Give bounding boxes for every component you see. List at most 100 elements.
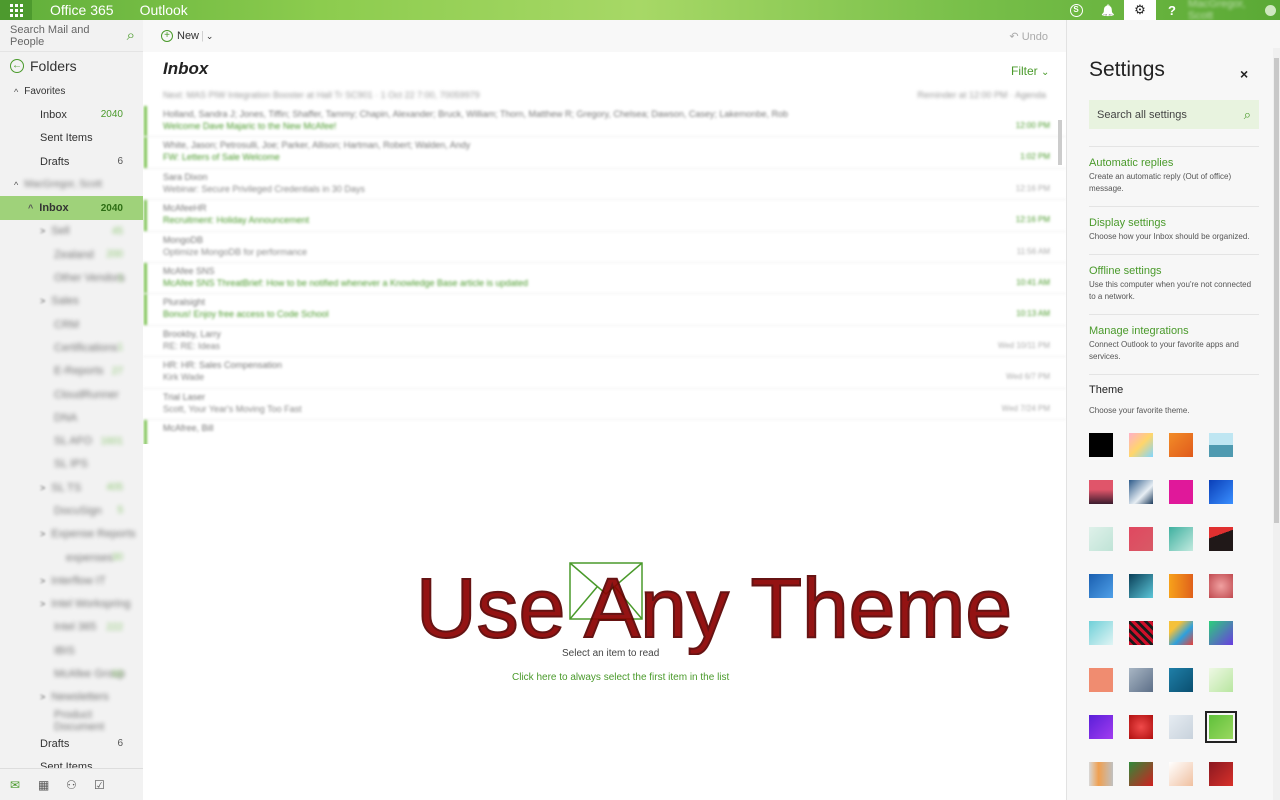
theme-swatch[interactable] [1209, 527, 1233, 551]
theme-swatch[interactable] [1129, 574, 1153, 598]
folder-item[interactable]: Product Document [0, 709, 143, 733]
notifications-button[interactable]: 🔔 [1092, 0, 1124, 20]
offline-settings-link[interactable]: Offline settings Use this computer when … [1089, 254, 1259, 303]
theme-swatch[interactable] [1169, 574, 1193, 598]
avatar[interactable] [1260, 0, 1280, 20]
account-group[interactable]: ^ MacGregor, Scott [0, 173, 143, 196]
theme-swatch[interactable] [1129, 621, 1153, 645]
search-icon[interactable]: ⌕ [1244, 107, 1251, 123]
folder-item[interactable]: DocuSign 5 [0, 499, 143, 522]
theme-swatch[interactable] [1089, 621, 1113, 645]
theme-swatch[interactable] [1129, 433, 1153, 457]
theme-swatch[interactable] [1129, 527, 1153, 551]
theme-swatch[interactable] [1129, 668, 1153, 692]
message-item[interactable]: Brookby, Larry RE: RE: Ideas Wed 10/11 PM [143, 326, 1066, 358]
people-icon[interactable]: ⚇ [66, 779, 80, 791]
theme-swatch[interactable] [1129, 715, 1153, 739]
folder-item[interactable]: Other Vendors 1 [0, 266, 143, 289]
folder-item[interactable]: Intel 365 222 [0, 616, 143, 639]
folders-header[interactable]: ← Folders [0, 52, 143, 80]
settings-scrollbar[interactable] [1273, 48, 1280, 800]
settings-search-input[interactable]: Search all settings ⌕ [1089, 100, 1259, 129]
folder-item[interactable]: Certifications 1 [0, 336, 143, 359]
chevron-down-icon[interactable]: ⌄ [206, 31, 214, 42]
undo-button[interactable]: ↶ Undo [1009, 30, 1048, 43]
new-message-button[interactable]: + New | ⌄ [161, 30, 213, 42]
theme-swatch[interactable] [1209, 574, 1233, 598]
theme-swatch[interactable] [1129, 480, 1153, 504]
theme-swatch[interactable] [1209, 480, 1233, 504]
message-item[interactable]: HR: HR: Sales Compensation Kirk Wade Wed 6… [143, 357, 1066, 389]
folder-item[interactable]: DNA [0, 406, 143, 429]
help-button[interactable]: ? [1156, 0, 1188, 20]
outlook-app-title[interactable]: Outlook [140, 2, 188, 18]
folder-item[interactable]: > Sales [0, 290, 143, 313]
theme-swatch[interactable] [1129, 762, 1153, 786]
theme-swatch[interactable] [1209, 433, 1233, 457]
theme-swatch[interactable] [1089, 480, 1113, 504]
theme-swatch[interactable] [1209, 762, 1233, 786]
theme-swatch[interactable] [1209, 621, 1233, 645]
message-item[interactable]: White, Jason; Petrosulli, Joe; Parker, A… [143, 137, 1066, 169]
search-icon[interactable]: ⌕ [127, 27, 135, 44]
folder-item[interactable]: > Newsletters [0, 686, 143, 709]
automatic-replies-link[interactable]: Automatic replies Create an automatic re… [1089, 146, 1259, 195]
favorites-group[interactable]: ^ Favorites [0, 80, 143, 103]
message-item[interactable]: McAfree, Bill [143, 419, 1066, 444]
select-first-item-link[interactable]: Click here to always select the first it… [512, 672, 729, 683]
theme-swatch[interactable] [1089, 715, 1113, 739]
message-item[interactable]: Pluralsight Bonus! Enjoy free access to C… [143, 294, 1066, 326]
theme-swatch[interactable] [1169, 480, 1193, 504]
theme-swatch[interactable] [1089, 574, 1113, 598]
folder-item[interactable]: Sent Items [0, 127, 143, 150]
folder-item[interactable]: SL IPS [0, 453, 143, 476]
theme-swatch[interactable] [1169, 668, 1193, 692]
skype-button[interactable]: S [1060, 0, 1092, 20]
theme-swatch[interactable] [1089, 762, 1113, 786]
folder-item[interactable]: Drafts 6 [0, 732, 143, 755]
folder-item[interactable]: > SL TS 405 [0, 476, 143, 499]
theme-swatch[interactable] [1169, 715, 1193, 739]
theme-swatch[interactable] [1089, 527, 1113, 551]
theme-swatch[interactable] [1209, 668, 1233, 692]
settings-button[interactable]: ⚙ [1124, 0, 1156, 20]
folder-item[interactable]: Inbox 2040 [0, 103, 143, 126]
folder-item[interactable]: > Sell 45 [0, 220, 143, 243]
folder-item[interactable]: E-Reports 27 [0, 360, 143, 383]
office-365-link[interactable]: Office 365 [50, 2, 114, 18]
display-settings-link[interactable]: Display settings Choose how your Inbox s… [1089, 206, 1259, 243]
folder-item[interactable]: > Intel Workspring [0, 593, 143, 616]
app-launcher-button[interactable] [0, 0, 32, 20]
filter-button[interactable]: Filter ⌄ [1011, 64, 1049, 78]
folder-item[interactable]: IBIS [0, 639, 143, 662]
theme-swatch[interactable] [1169, 621, 1193, 645]
message-item[interactable]: MongoDB Optimize MongoDB for performance 1… [143, 232, 1066, 263]
tasks-icon[interactable]: ☑ [94, 779, 108, 791]
calendar-icon[interactable]: ▦ [38, 779, 52, 791]
folder-item[interactable]: CRM [0, 313, 143, 336]
agenda-bar[interactable]: Next: MAS PIW Integration Booster at Hal… [143, 84, 1066, 106]
folder-item[interactable]: expenses 30 [0, 546, 143, 569]
list-scrollbar[interactable] [1056, 108, 1064, 438]
folder-item[interactable]: SL AFO 1601 [0, 429, 143, 452]
folder-item[interactable]: CloudRunner [0, 383, 143, 406]
message-item[interactable]: McAfeeHR Recruitment: Holiday Announcemen… [143, 200, 1066, 232]
folder-item[interactable]: > Interflow IT [0, 569, 143, 592]
folder-item[interactable]: McAfee Group 93 [0, 662, 143, 685]
folder-inbox[interactable]: ^ Inbox 2040 [0, 196, 143, 220]
mail-icon[interactable]: ✉ [10, 779, 24, 791]
close-icon[interactable]: × [1240, 66, 1248, 82]
message-item[interactable]: McAfee SNS McAfee SNS ThreatBrief: How to… [143, 262, 1066, 295]
back-arrow-icon[interactable]: ← [10, 59, 24, 73]
folder-item[interactable]: > Expense Reports [0, 523, 143, 546]
folder-item[interactable]: Drafts 6 [0, 150, 143, 173]
theme-swatch[interactable] [1089, 433, 1113, 457]
theme-swatch[interactable] [1089, 668, 1113, 692]
message-item[interactable]: Holland, Sandra J; Jones, Tiffin; Shaffe… [143, 106, 1066, 138]
theme-swatch[interactable] [1169, 762, 1193, 786]
theme-swatch[interactable] [1169, 527, 1193, 551]
message-item[interactable]: Trial Laser Scott, Your Year's Moving Too… [143, 389, 1066, 420]
theme-swatch[interactable] [1169, 433, 1193, 457]
manage-integrations-link[interactable]: Manage integrations Connect Outlook to y… [1089, 314, 1259, 363]
user-name-button[interactable]: MacGregor, Scott [1188, 0, 1260, 20]
